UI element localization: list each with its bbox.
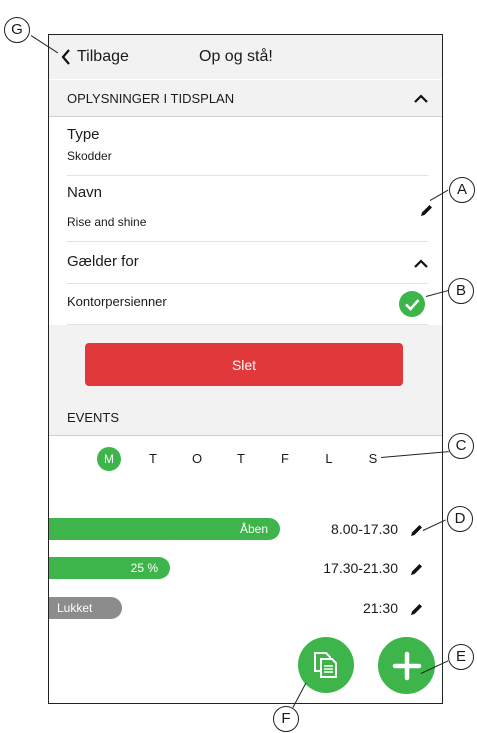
back-label: Tilbage	[77, 48, 129, 65]
callout-e: E	[448, 644, 474, 670]
event-bar-closed[interactable]: Lukket	[49, 597, 122, 619]
pencil-icon[interactable]	[410, 562, 424, 576]
callout-a: A	[449, 177, 475, 203]
event-time: 17.30-21.30	[323, 560, 398, 576]
plus-icon	[392, 651, 421, 680]
day-thursday[interactable]: T	[229, 447, 253, 471]
pencil-icon[interactable]	[410, 602, 424, 616]
divider	[67, 241, 428, 242]
events-section-header: EVENTS	[49, 399, 442, 435]
chevron-up-icon[interactable]	[414, 259, 428, 268]
name-field[interactable]: Navn Rise and shine	[67, 184, 428, 229]
type-field: Type Skodder	[67, 126, 428, 163]
applies-for-item[interactable]: Kontorpersienner	[67, 294, 428, 309]
day-friday[interactable]: F	[273, 447, 297, 471]
applies-for-item-label: Kontorpersienner	[67, 294, 167, 309]
chevron-left-icon	[61, 49, 70, 65]
type-label: Type	[67, 126, 100, 143]
edit-name-pencil-icon[interactable]	[420, 203, 434, 217]
copy-icon	[314, 652, 337, 678]
add-event-button[interactable]	[378, 637, 435, 694]
weekday-selector: M T O T F L S	[97, 447, 397, 471]
event-bar-25[interactable]: 25 %	[49, 557, 170, 579]
schedule-info-section-header[interactable]: OPLYSNINGER I TIDSPLAN	[49, 80, 442, 116]
section-label: OPLYSNINGER I TIDSPLAN	[67, 91, 235, 106]
divider	[49, 116, 442, 117]
copy-button[interactable]	[298, 637, 354, 693]
day-tuesday[interactable]: T	[141, 447, 165, 471]
name-label: Navn	[67, 184, 103, 201]
event-time: 8.00-17.30	[331, 521, 398, 537]
chevron-up-icon[interactable]	[414, 94, 428, 103]
applies-for-header[interactable]: Gælder for	[67, 253, 428, 270]
day-sunday[interactable]: S	[361, 447, 385, 471]
phone-screen: Tilbage Op og stå! OPLYSNINGER I TIDSPLA…	[48, 34, 443, 704]
day-monday[interactable]: M	[97, 447, 121, 471]
divider	[67, 283, 428, 284]
type-value: Skodder	[67, 149, 112, 163]
applies-for-label: Gælder for	[67, 253, 139, 270]
event-bar-open[interactable]: Åben	[49, 518, 280, 540]
callout-c: C	[448, 433, 474, 459]
page-title: Op og stå!	[199, 48, 273, 65]
section-label: EVENTS	[67, 410, 120, 425]
header-bar: Tilbage Op og stå!	[49, 35, 442, 79]
day-saturday[interactable]: L	[317, 447, 341, 471]
callout-g: G	[4, 17, 30, 43]
divider	[67, 175, 428, 176]
callout-d: D	[447, 506, 473, 532]
back-button[interactable]: Tilbage	[61, 48, 129, 66]
callout-f: F	[273, 706, 299, 732]
day-wednesday[interactable]: O	[185, 447, 209, 471]
callout-b: B	[448, 278, 474, 304]
name-value: Rise and shine	[67, 215, 147, 229]
event-time: 21:30	[362, 600, 398, 616]
delete-button[interactable]: Slet	[85, 343, 403, 386]
divider	[49, 435, 442, 436]
check-circle-icon[interactable]	[399, 291, 425, 317]
